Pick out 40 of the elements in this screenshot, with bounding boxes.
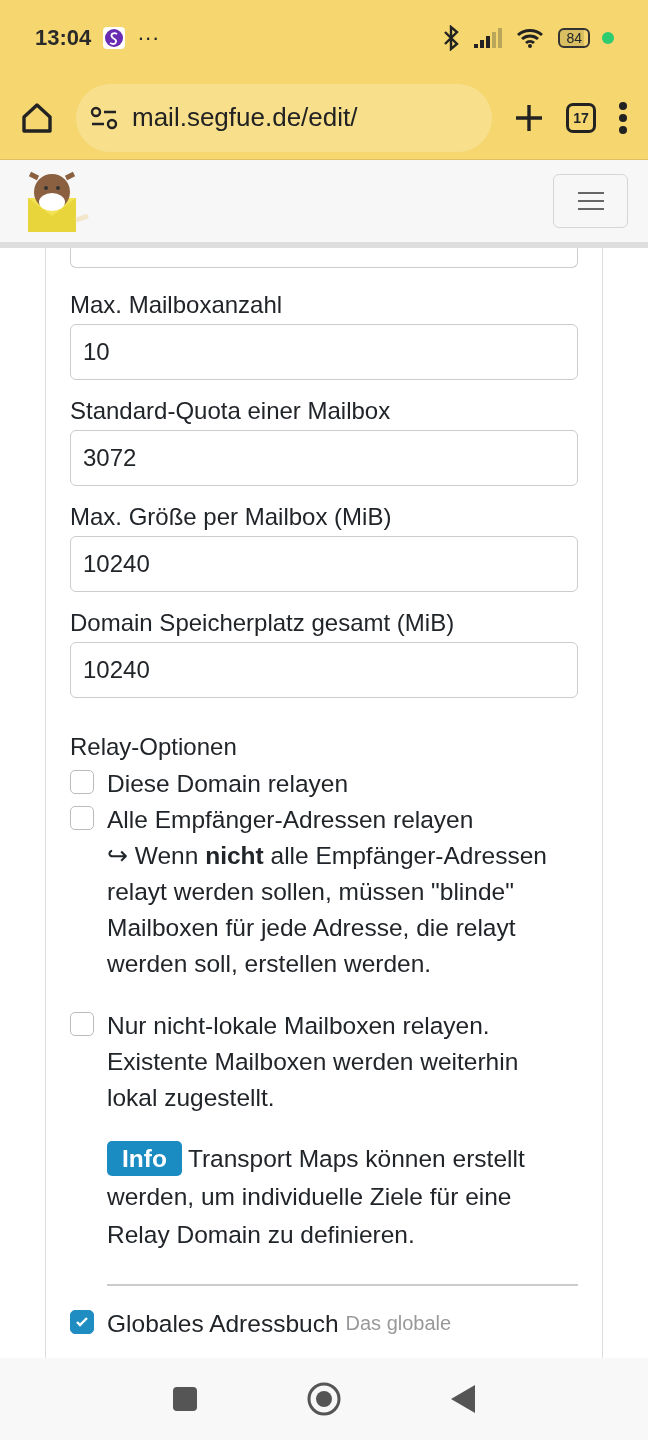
menu-icon[interactable] — [618, 101, 628, 134]
checkbox[interactable] — [70, 1310, 94, 1334]
app-icon — [103, 27, 126, 49]
input-field[interactable]: 3072 — [70, 430, 578, 486]
back-icon[interactable] — [451, 1385, 475, 1413]
input-field[interactable]: 10240 — [70, 536, 578, 592]
new-tab-icon[interactable] — [514, 102, 544, 133]
field-label: Standard-Quota einer Mailbox — [70, 396, 392, 426]
check-icon — [75, 1315, 89, 1329]
field-label: Max. Größe per Mailbox (MiB) — [70, 502, 393, 532]
input-field[interactable] — [70, 248, 578, 268]
url-text: mail.segfue.de/edit/ — [132, 102, 358, 133]
input-field[interactable]: 10 — [70, 324, 578, 380]
signal-icon — [474, 28, 505, 48]
site-settings-icon[interactable] — [90, 105, 118, 130]
checkbox-label: Nur nicht-lokale Mailboxen relayen. Existente Mailboxen werden weiterhin lokal zugestellt. — [107, 1011, 520, 1113]
clock-time: 13:04 — [35, 25, 92, 51]
menu-toggle-button[interactable] — [553, 174, 628, 228]
checkbox[interactable] — [70, 1012, 94, 1036]
home-icon[interactable] — [20, 100, 54, 135]
section-title: Relay-Optionen — [70, 732, 238, 762]
input-field[interactable]: 10240 — [70, 642, 578, 698]
checkbox-label: Alle Empfänger-Adressen relayen — [107, 805, 475, 835]
checkbox[interactable] — [70, 806, 94, 830]
checkbox[interactable] — [70, 770, 94, 794]
battery-level: 84 — [558, 28, 590, 48]
checkbox-label: Diese Domain relayen — [107, 769, 349, 799]
more-notifications: ··· — [137, 25, 160, 51]
info-text: Info Transport Maps können erstellt werden, um individuelle Ziele für eine Relay Domain zu definieren. — [107, 1140, 578, 1254]
hint-text: Das globale — [345, 1312, 452, 1335]
help-text: ↪ Wenn nicht alle Empfänger-Adressen relayt werden sollen, müssen "blinde" Mailboxen für jede Adresse, die relayt werden soll, erstellen werden. — [107, 841, 547, 979]
field-label: Max. Mailboxanzahl — [70, 290, 284, 320]
menu-icon — [577, 191, 604, 211]
field-label: Domain Speicherplatz gesamt (MiB) — [70, 608, 456, 638]
home-icon[interactable] — [307, 1382, 341, 1416]
status-dot-icon — [602, 32, 614, 44]
recents-icon[interactable] — [173, 1387, 197, 1411]
tab-count-button[interactable]: 17 — [566, 102, 596, 133]
checkbox-label: Globales Adressbuch — [107, 1309, 339, 1339]
address-bar[interactable]: mail.segfue.de/edit/ — [76, 83, 492, 152]
